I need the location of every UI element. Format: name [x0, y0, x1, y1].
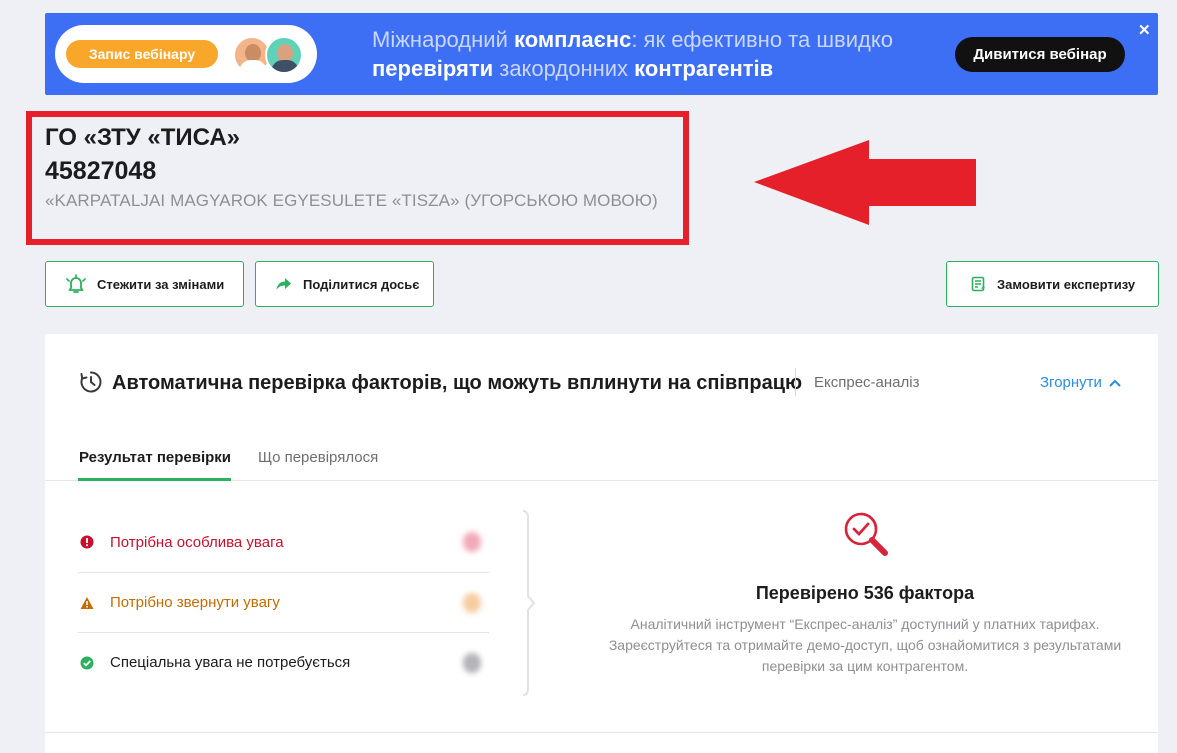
banner-headline: Міжнародний комплаєнс: як ефективно та ш… [372, 25, 932, 83]
banner-text-part: комплаєнс [513, 27, 632, 52]
exclamation-circle-icon [80, 535, 94, 549]
collapse-label: Згорнути [1040, 374, 1102, 391]
banner-text-part: : як ефективно та швидко [631, 27, 893, 52]
warning-triangle-icon [80, 596, 94, 609]
clock-icon [80, 371, 102, 393]
order-expertise-label: Замовити експертизу [997, 276, 1136, 292]
result-row-ok[interactable]: Спеціальна увага не потребується [78, 632, 489, 692]
webinar-banner[interactable]: Запис вебінару Міжнародний комплаєнс: як… [45, 13, 1158, 95]
banner-text-part: закордонних [493, 56, 635, 81]
chevron-up-icon [1109, 379, 1121, 387]
magnifier-check-icon [844, 512, 888, 556]
express-analysis-label: Експрес-аналіз [814, 374, 920, 391]
share-arrow-icon [276, 278, 291, 290]
tab-check-result[interactable]: Результат перевірки [79, 449, 231, 466]
company-code: 45827048 [45, 157, 157, 185]
hidden-count-badge [463, 532, 481, 552]
banner-text-part: Міжнародний [372, 27, 514, 52]
order-expertise-button[interactable]: Замовити експертизу [946, 261, 1159, 307]
result-row-critical[interactable]: Потрібна особлива увага [78, 512, 489, 572]
webinar-pill: Запис вебінару [55, 25, 317, 83]
tab-what-checked[interactable]: Що перевірялося [258, 449, 378, 466]
auto-check-card: Автоматична перевірка факторів, що можут… [45, 334, 1158, 753]
card-title: Автоматична перевірка факторів, що можут… [112, 372, 803, 394]
document-icon [971, 276, 985, 292]
banner-text-part: контрагентів [634, 56, 774, 81]
follow-changes-label: Стежити за змінами [97, 276, 225, 292]
result-row-warning[interactable]: Потрібно звернути увагу [78, 572, 489, 632]
share-dossier-label: Поділитися досьє [303, 276, 420, 292]
watch-webinar-button[interactable]: Дивитися вебінар [955, 37, 1125, 72]
card-bottom-divider [45, 732, 1158, 733]
result-label: Потрібно звернути увагу [110, 594, 280, 611]
collapse-button[interactable]: Згорнути [1040, 374, 1121, 391]
share-dossier-button[interactable]: Поділитися досьє [255, 261, 434, 307]
bell-icon [66, 274, 86, 293]
active-tab-indicator [78, 478, 231, 481]
company-alt-name: «KARPATALJAI MAGYAROK EGYESULETE «TISZA»… [45, 191, 658, 210]
result-label: Потрібна особлива увага [110, 533, 284, 551]
checked-factors-title: Перевірено 536 фактора [755, 583, 975, 603]
result-label: Спеціальна увага не потребується [110, 654, 351, 671]
hidden-count-badge [463, 593, 481, 613]
check-circle-icon [80, 656, 94, 669]
follow-changes-button[interactable]: Стежити за змінами [45, 261, 244, 307]
checked-factors-description: Аналітичний інструмент “Експрес-аналіз” … [608, 616, 1122, 674]
close-icon[interactable]: ✕ [1138, 21, 1151, 39]
company-name: ГО «ЗТУ «ТИСА» [45, 124, 241, 151]
webinar-recording-badge[interactable]: Запис вебінару [66, 40, 218, 68]
hidden-count-badge [463, 653, 481, 673]
left-arrow-icon [754, 140, 976, 225]
speaker-avatar-2 [265, 36, 303, 74]
bracket-divider [522, 510, 536, 696]
banner-text-part: перевіряти [372, 56, 494, 81]
divider [795, 368, 796, 396]
